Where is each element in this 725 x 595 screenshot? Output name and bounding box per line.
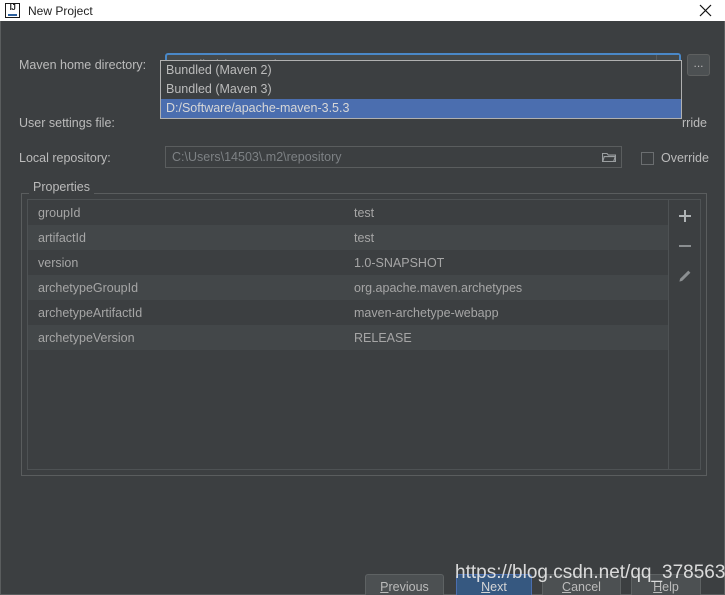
close-icon[interactable] [685, 0, 725, 21]
cancel-button-label: ancel [571, 580, 601, 594]
cancel-button-mnemonic: C [562, 580, 572, 594]
intellij-idea-icon [5, 2, 21, 19]
previous-button-mnemonic: P [380, 580, 389, 594]
property-key: archetypeGroupId [38, 280, 139, 295]
help-button[interactable]: Help [631, 574, 701, 595]
local-repository-value: C:\Users\14503\.m2\repository [172, 150, 342, 164]
folder-icon[interactable] [599, 152, 619, 163]
local-repository-override-checkbox[interactable]: Override [641, 151, 709, 165]
maven-home-directory-label: Maven home directory: [19, 58, 147, 72]
property-value: RELEASE [354, 330, 412, 345]
property-key: version [38, 255, 79, 270]
pencil-icon[interactable] [673, 265, 697, 287]
table-row[interactable]: artifactId test [28, 225, 668, 250]
dropdown-option[interactable]: Bundled (Maven 2) [161, 61, 681, 80]
maven-home-dropdown-list[interactable]: Bundled (Maven 2) Bundled (Maven 3) D:/Sof… [160, 60, 682, 119]
maven-home-browse-button[interactable]: ... [687, 54, 710, 76]
new-project-dialog: New Project Maven home directory: Bundle… [0, 0, 725, 595]
cancel-button[interactable]: Cancel [542, 574, 621, 595]
property-key: archetypeArtifactId [38, 305, 143, 320]
window-title: New Project [28, 3, 93, 18]
property-value: org.apache.maven.archetypes [354, 280, 523, 295]
table-row[interactable]: archetypeGroupId org.apache.maven.archety… [28, 275, 668, 300]
properties-group-title: Properties [29, 180, 94, 194]
property-value: 1.0-SNAPSHOT [354, 255, 445, 270]
local-repository-override-label: Override [661, 151, 709, 165]
next-button-mnemonic: N [481, 580, 491, 594]
property-value: test [354, 205, 375, 220]
table-row[interactable]: archetypeArtifactId maven-archetype-webap… [28, 300, 668, 325]
properties-table: groupId test artifactId test version 1.0-SNAP… [27, 199, 701, 470]
minus-icon[interactable] [673, 235, 697, 257]
user-settings-override-label: rride [682, 116, 708, 130]
help-button-label: elp [662, 580, 679, 594]
checkbox-box-icon[interactable] [641, 151, 654, 165]
property-key: artifactId [38, 230, 86, 245]
local-repository-input[interactable]: C:\Users\14503\.m2\repository [165, 146, 622, 168]
next-button-label: ext [490, 580, 507, 594]
properties-table-toolbar [668, 200, 700, 469]
property-value: test [354, 230, 375, 245]
local-repository-label: Local repository: [19, 151, 111, 165]
title-bar: New Project [0, 0, 725, 22]
dropdown-option[interactable]: D:/Software/apache-maven-3.5.3 [161, 99, 681, 118]
user-settings-file-label: User settings file: [19, 116, 115, 130]
table-row[interactable]: version 1.0-SNAPSHOT [28, 250, 668, 275]
previous-button-label: revious [388, 580, 429, 594]
properties-table-body: groupId test artifactId test version 1.0-SNAP… [28, 200, 668, 469]
dropdown-option[interactable]: Bundled (Maven 3) [161, 80, 681, 99]
table-row[interactable]: archetypeVersion RELEASE [28, 325, 668, 350]
plus-icon[interactable] [673, 205, 697, 227]
table-row[interactable]: groupId test [28, 200, 668, 225]
help-button-mnemonic: H [653, 580, 663, 594]
next-button[interactable]: Next [456, 574, 532, 595]
previous-button[interactable]: Previous [365, 574, 444, 595]
property-key: archetypeVersion [38, 330, 135, 345]
property-key: groupId [38, 205, 81, 220]
property-value: maven-archetype-webapp [354, 305, 499, 320]
